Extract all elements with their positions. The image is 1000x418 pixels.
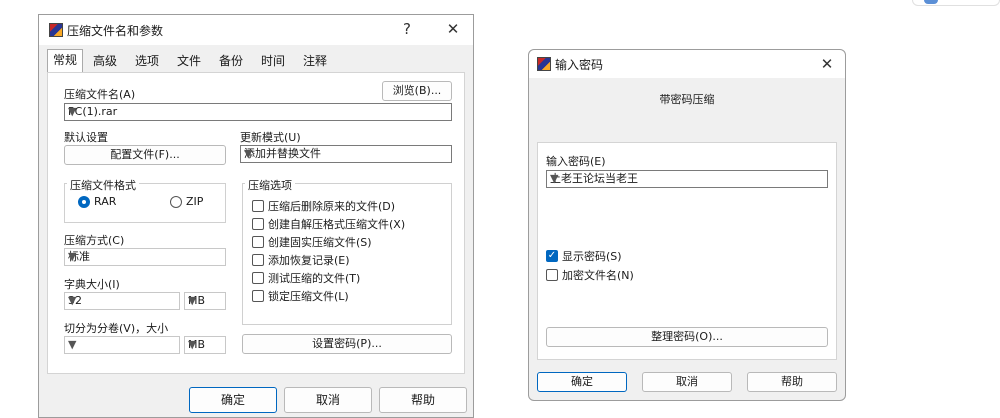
password-cancel-button[interactable]: 取消 [642, 372, 732, 392]
option-checkbox-sfx[interactable] [252, 218, 264, 230]
chevron-down-icon[interactable]: ▼ [68, 250, 222, 264]
dictionary-select[interactable]: 32 ▼ [64, 292, 180, 310]
password-help-button[interactable]: 帮助 [747, 372, 837, 392]
zip-radio[interactable] [170, 196, 182, 208]
split-size-combobox[interactable]: ▼ [64, 336, 180, 354]
password-panel: 输入密码(E) 上老王论坛当老王 ▼ ✓ 显示密码(S) 加密文件名(N) 整理… [537, 142, 837, 360]
chevron-down-icon[interactable]: ▼ [550, 172, 824, 186]
default-settings-label: 默认设置 [64, 131, 108, 144]
archive-dialog: 压缩文件名和参数 ? ✕ 常规 高级 选项 文件 备份 时间 注释 压缩文件名(… [38, 14, 474, 418]
browse-button[interactable]: 浏览(B)... [382, 81, 452, 101]
organize-passwords-button[interactable]: 整理密码(O)... [546, 327, 828, 347]
profiles-button[interactable]: 配置文件(F)... [64, 145, 226, 165]
chevron-down-icon[interactable]: ▼ [188, 294, 222, 308]
tab-options[interactable]: 选项 [131, 51, 163, 71]
password-dialog-subtitle: 带密码压缩 [659, 93, 715, 106]
dictionary-unit-select[interactable]: MB ▼ [184, 292, 226, 310]
option-label-solid[interactable]: 创建固实压缩文件(S) [268, 234, 372, 250]
show-password-checkbox[interactable]: ✓ [546, 250, 558, 262]
update-mode-label: 更新模式(U) [240, 131, 301, 144]
background-blue-dot [924, 0, 938, 4]
password-ok-button[interactable]: 确定 [537, 372, 627, 392]
cancel-button[interactable]: 取消 [284, 387, 372, 413]
archive-dialog-title: 压缩文件名和参数 [67, 24, 164, 38]
dictionary-label: 字典大小(I) [64, 278, 120, 291]
chevron-down-icon[interactable]: ▼ [68, 338, 176, 352]
option-label-recovery[interactable]: 添加恢复记录(E) [268, 252, 350, 268]
encrypt-names-checkbox[interactable] [546, 269, 558, 281]
enter-password-label: 输入密码(E) [546, 155, 606, 168]
rar-radio[interactable] [78, 196, 90, 208]
show-password-label[interactable]: 显示密码(S) [562, 248, 622, 264]
set-password-button[interactable]: 设置密码(P)... [242, 334, 452, 354]
help-icon[interactable]: ? [397, 19, 417, 39]
option-label-delete[interactable]: 压缩后删除原来的文件(D) [268, 198, 395, 214]
update-mode-select[interactable]: 添加并替换文件 ▼ [240, 145, 452, 163]
method-select[interactable]: 标准 ▼ [64, 248, 226, 266]
rar-radio-label[interactable]: RAR [94, 195, 116, 208]
option-label-test[interactable]: 测试压缩的文件(T) [268, 270, 360, 286]
archive-options-group-title: 压缩选项 [245, 177, 295, 193]
chevron-down-icon[interactable]: ▼ [188, 338, 222, 352]
option-checkbox-test[interactable] [252, 272, 264, 284]
option-label-lock[interactable]: 锁定压缩文件(L) [268, 288, 349, 304]
encrypt-names-label[interactable]: 加密文件名(N) [562, 267, 634, 283]
option-checkbox-delete[interactable] [252, 200, 264, 212]
tab-files[interactable]: 文件 [173, 51, 205, 71]
winrar-icon [537, 57, 551, 71]
close-icon[interactable]: ✕ [441, 19, 465, 39]
option-checkbox-solid[interactable] [252, 236, 264, 248]
chevron-down-icon[interactable]: ▼ [68, 294, 176, 308]
tab-comment[interactable]: 注释 [299, 51, 331, 71]
general-tab-panel: 压缩文件名(A) 浏览(B)... PC(1).rar ▼ 默认设置 配置文件(… [47, 72, 465, 374]
close-icon[interactable]: ✕ [815, 54, 839, 74]
password-dialog: 输入密码 ✕ 带密码压缩 输入密码(E) 上老王论坛当老王 ▼ ✓ 显示密码(S… [528, 49, 846, 401]
tab-time[interactable]: 时间 [257, 51, 289, 71]
zip-radio-label[interactable]: ZIP [186, 195, 203, 208]
tab-backup[interactable]: 备份 [215, 51, 247, 71]
option-checkbox-lock[interactable] [252, 290, 264, 302]
chevron-down-icon[interactable]: ▼ [68, 105, 448, 119]
split-volumes-label: 切分为分卷(V)，大小 [64, 322, 169, 335]
archive-name-combobox[interactable]: PC(1).rar ▼ [64, 103, 452, 121]
ok-button[interactable]: 确定 [189, 387, 277, 413]
help-button[interactable]: 帮助 [379, 387, 467, 413]
tab-advanced[interactable]: 高级 [89, 51, 121, 71]
password-dialog-title: 输入密码 [555, 58, 604, 72]
archive-format-group-title: 压缩文件格式 [67, 177, 139, 193]
option-label-sfx[interactable]: 创建自解压格式压缩文件(X) [268, 216, 405, 232]
archive-name-label: 压缩文件名(A) [64, 88, 136, 101]
winrar-icon [49, 23, 63, 37]
chevron-down-icon[interactable]: ▼ [244, 147, 448, 161]
method-label: 压缩方式(C) [64, 234, 125, 247]
password-combobox[interactable]: 上老王论坛当老王 ▼ [546, 170, 828, 188]
tab-general[interactable]: 常规 [47, 49, 83, 73]
split-unit-select[interactable]: MB ▼ [184, 336, 226, 354]
option-checkbox-recovery[interactable] [252, 254, 264, 266]
